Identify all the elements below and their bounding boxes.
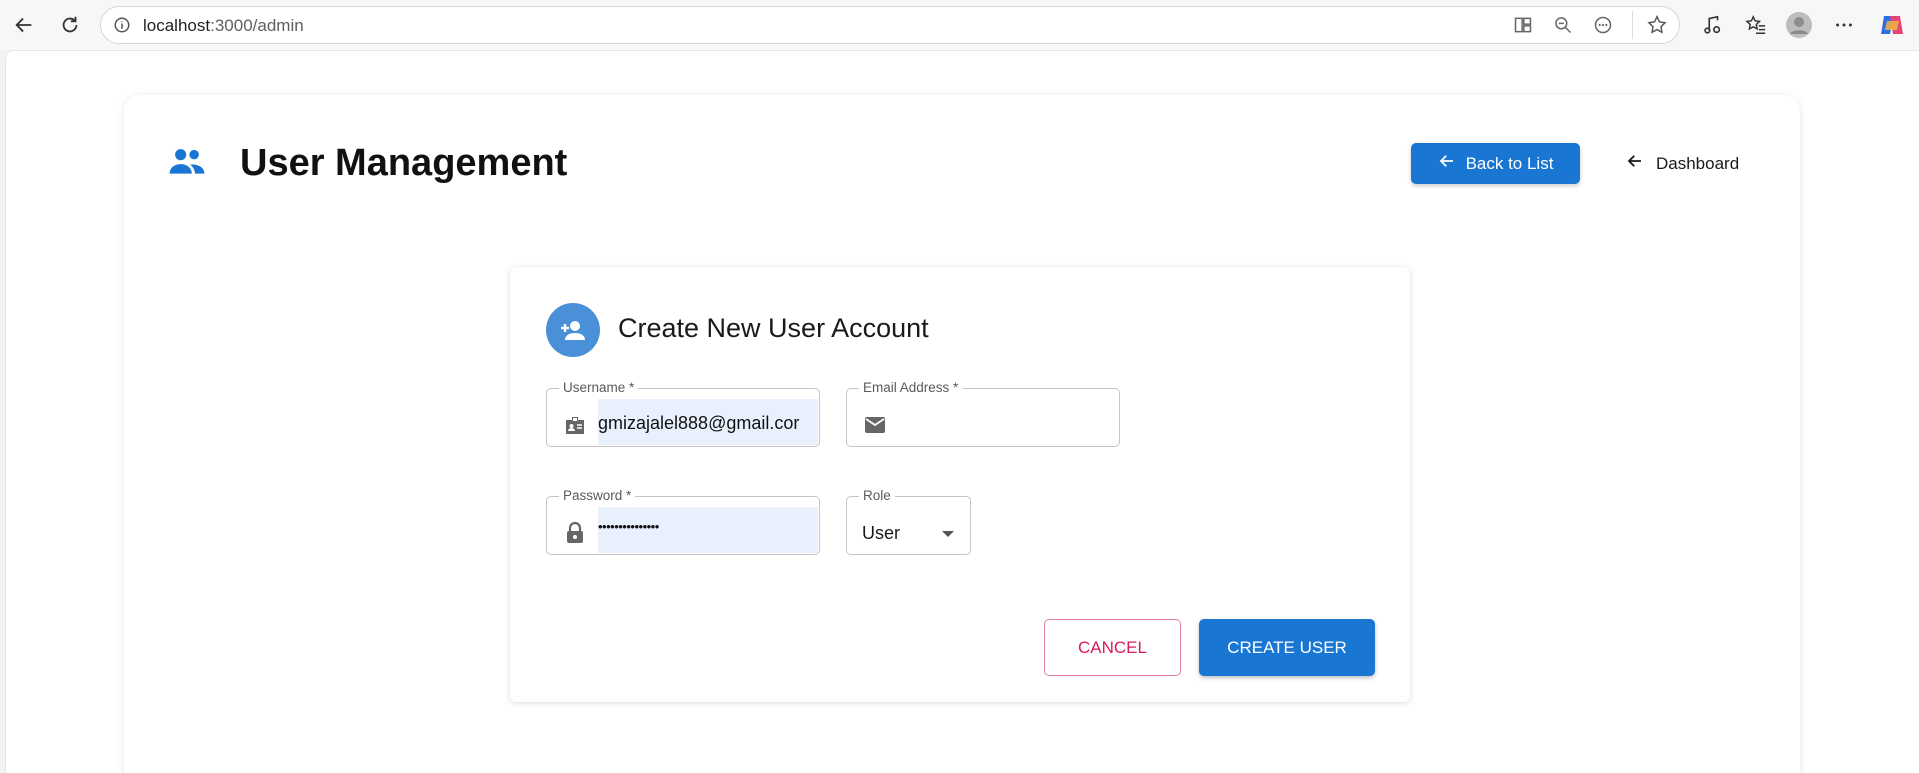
create-user-form: Create New User Account Username * gmiza… — [510, 267, 1410, 702]
settings-more-icon[interactable] — [1828, 9, 1860, 41]
password-field[interactable]: Password * ••••••••••••••• — [546, 488, 820, 555]
address-bar[interactable]: localhost:3000/admin — [100, 6, 1680, 44]
role-select[interactable]: Role User — [846, 488, 971, 555]
back-to-list-button[interactable]: Back to List — [1411, 143, 1580, 184]
arrow-left-icon — [1438, 152, 1456, 175]
role-label: Role — [863, 488, 891, 503]
username-label: Username * — [563, 380, 635, 395]
more-page-icon[interactable] — [1593, 15, 1613, 40]
url-host: localhost — [143, 16, 211, 35]
create-user-button[interactable]: CREATE USER — [1199, 619, 1375, 676]
favorite-star-icon[interactable] — [1646, 14, 1668, 41]
url-path: :3000/admin — [210, 16, 304, 35]
media-icon[interactable] — [1696, 9, 1728, 41]
url-text: localhost:3000/admin — [143, 16, 304, 36]
username-input[interactable]: gmizajalel888@gmail.cor — [598, 399, 818, 445]
password-label: Password * — [563, 488, 632, 503]
dropdown-caret-icon[interactable] — [942, 531, 954, 537]
browser-toolbar: localhost:3000/admin — [0, 0, 1919, 50]
email-icon — [863, 413, 887, 437]
copilot-icon[interactable] — [1876, 9, 1908, 41]
form-title: Create New User Account — [618, 313, 929, 343]
email-label: Email Address * — [863, 380, 959, 395]
favorites-list-icon[interactable] — [1740, 9, 1772, 41]
split-view-icon[interactable] — [1513, 15, 1533, 40]
password-value: ••••••••••••••• — [598, 519, 659, 534]
dashboard-label: Dashboard — [1656, 153, 1740, 173]
cancel-button[interactable]: CANCEL — [1044, 619, 1181, 676]
email-field[interactable]: Email Address * — [846, 380, 1120, 447]
email-input[interactable] — [898, 399, 1118, 445]
arrow-left-icon — [1626, 152, 1644, 175]
people-icon — [168, 146, 206, 181]
back-icon[interactable] — [8, 9, 40, 41]
role-value: User — [862, 523, 901, 543]
info-icon[interactable] — [113, 16, 131, 39]
page-title: User Management — [240, 142, 568, 184]
dashboard-link[interactable]: Dashboard — [1618, 143, 1747, 184]
address-divider — [1632, 11, 1633, 39]
username-value: gmizajalel888@gmail.cor — [598, 413, 800, 433]
badge-icon — [563, 413, 587, 437]
reload-icon[interactable] — [54, 9, 86, 41]
zoom-out-icon[interactable] — [1553, 15, 1573, 40]
password-input[interactable]: ••••••••••••••• — [598, 507, 818, 553]
profile-icon[interactable] — [1783, 9, 1815, 41]
back-to-list-label: Back to List — [1465, 153, 1554, 173]
person-add-icon — [546, 303, 600, 357]
username-field[interactable]: Username * gmizajalel888@gmail.cor — [546, 380, 820, 447]
lock-icon — [563, 521, 587, 545]
